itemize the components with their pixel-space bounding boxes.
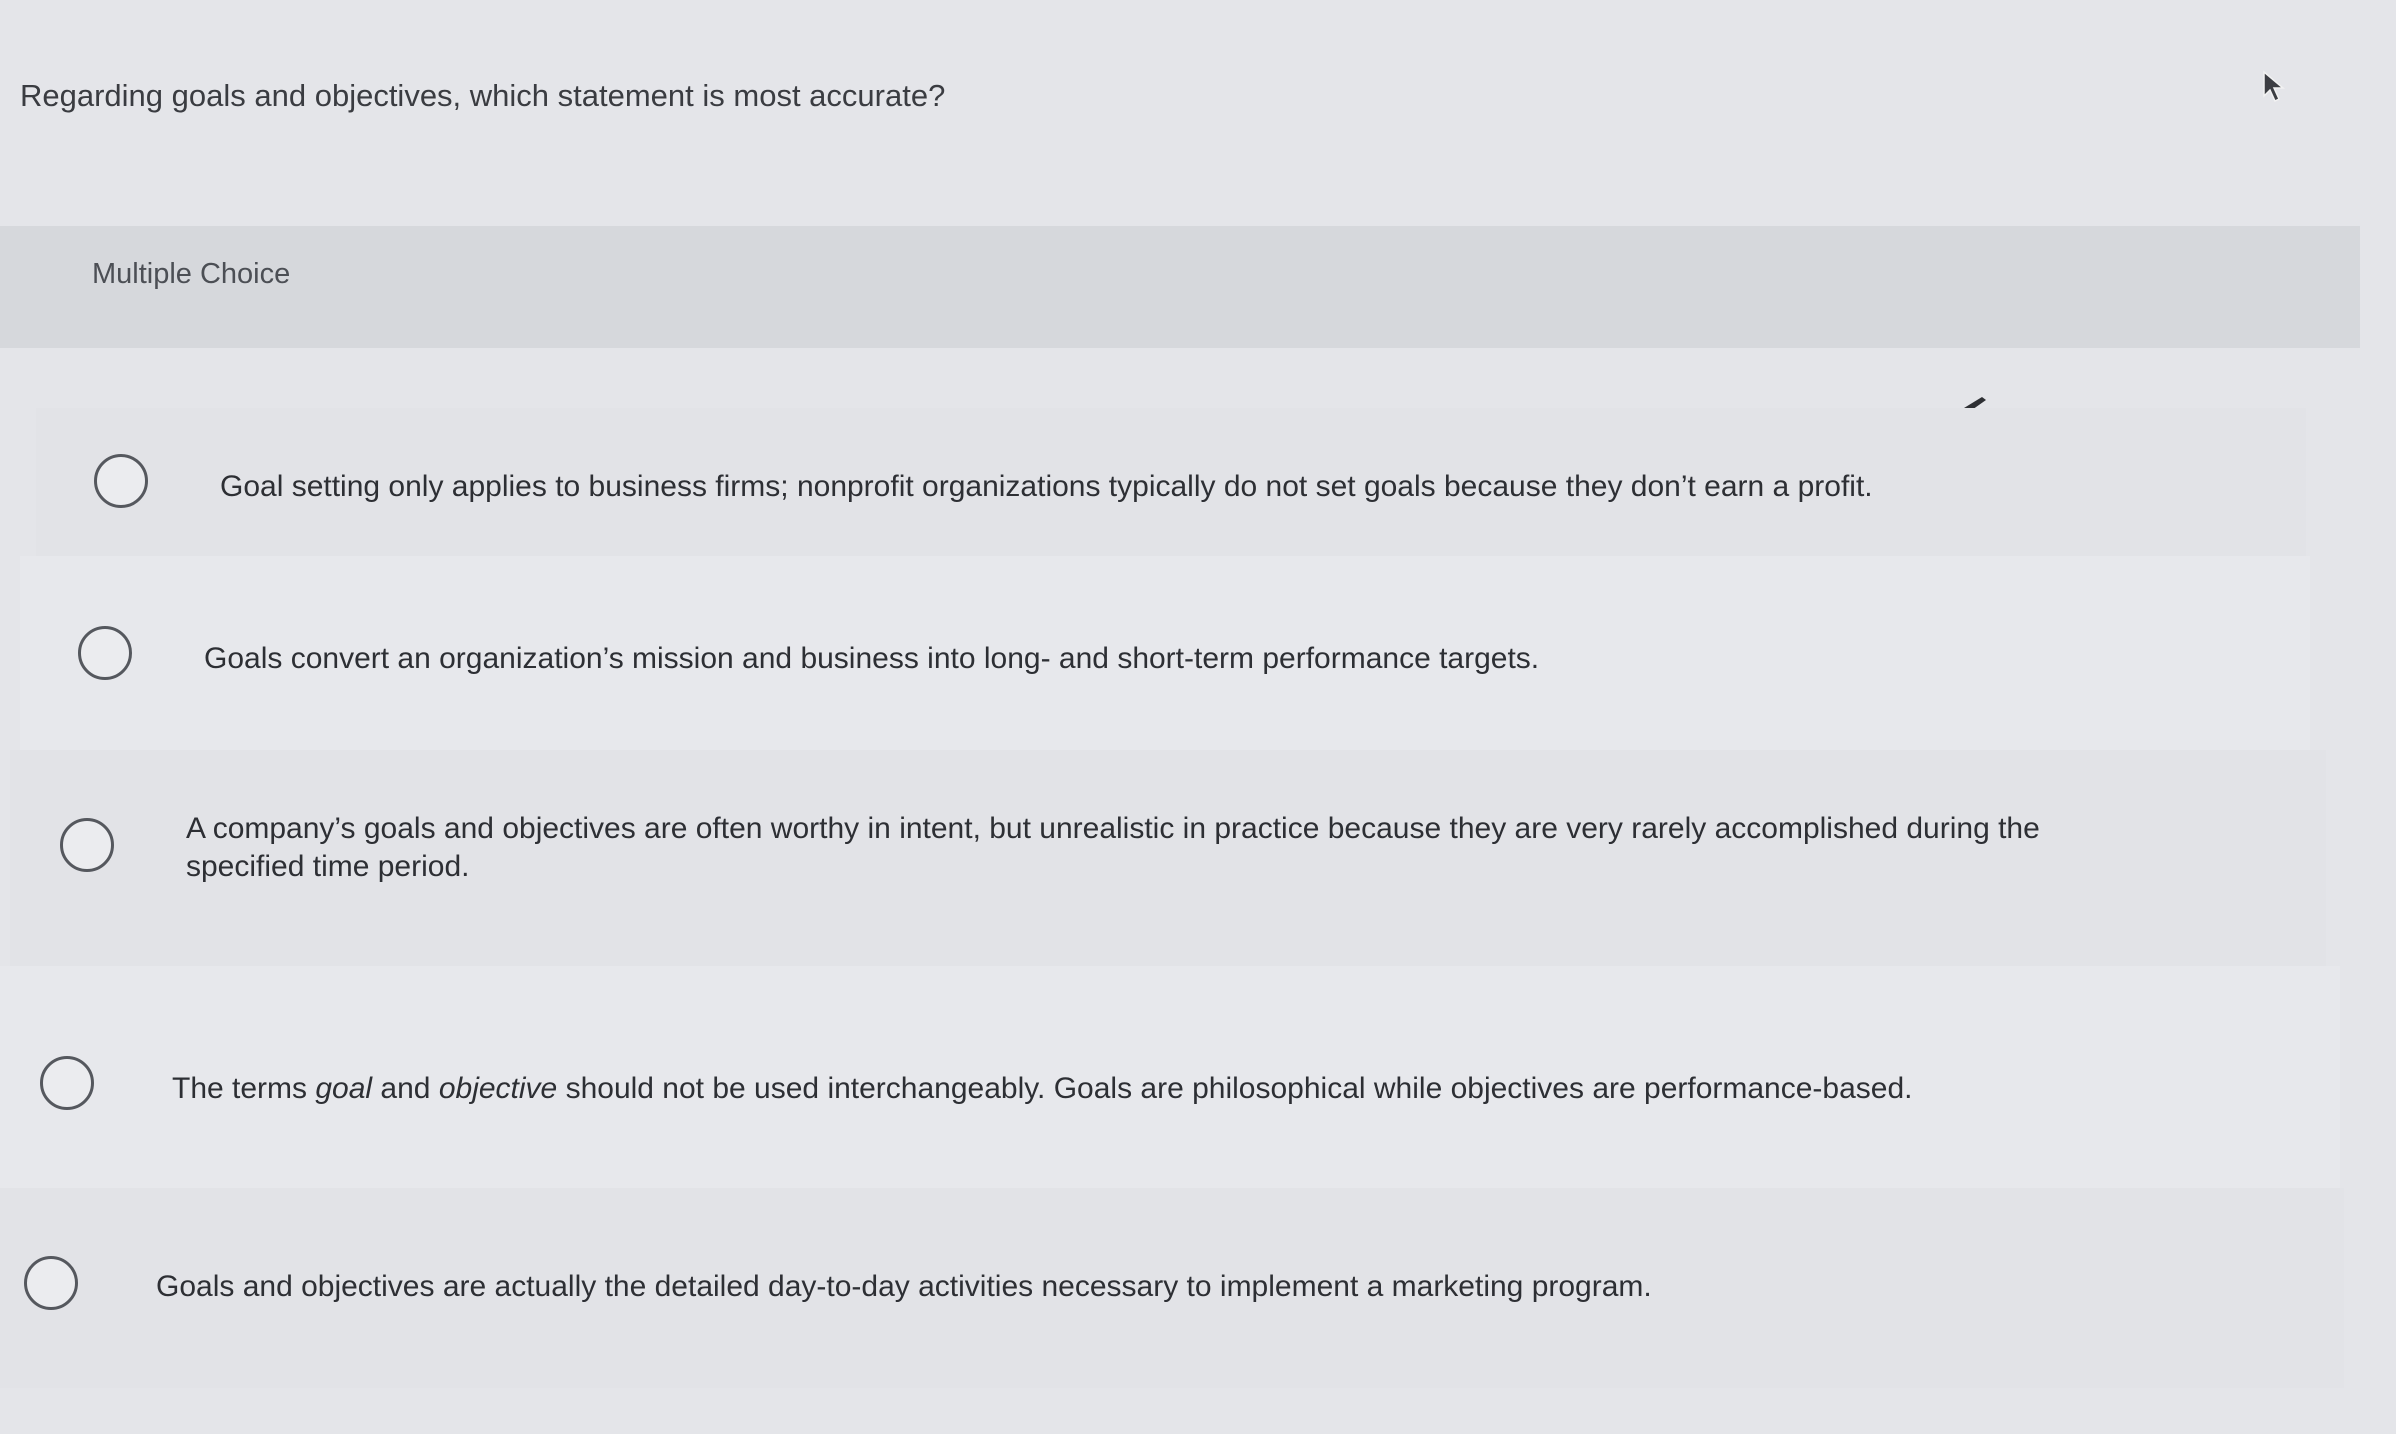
choice-option-1[interactable]: Goal setting only applies to business fi… <box>36 408 2306 556</box>
choice-option-2[interactable]: Goals convert an organization’s mission … <box>20 556 2310 750</box>
question-text: Regarding goals and objectives, which st… <box>20 78 946 113</box>
radio-unselected-icon[interactable] <box>60 818 114 872</box>
section-label: Multiple Choice <box>92 258 291 290</box>
choice-4-part-1: The terms <box>172 1072 316 1105</box>
radio-unselected-icon[interactable] <box>40 1056 94 1110</box>
radio-unselected-icon[interactable] <box>24 1256 78 1310</box>
choice-text-3: A company’s goals and objectives are oft… <box>186 812 2040 883</box>
choice-option-3[interactable]: A company’s goals and objectives are oft… <box>10 750 2326 966</box>
multiple-choice-header <box>0 226 2360 348</box>
cursor-icon <box>2262 70 2288 104</box>
choice-list: Goal setting only applies to business fi… <box>0 348 2396 1434</box>
choice-text-5: Goals and objectives are actually the de… <box>156 1270 1652 1303</box>
choice-4-part-2: and <box>372 1072 439 1105</box>
choice-4-term-objective: objective <box>438 1072 558 1105</box>
choice-option-4[interactable]: The terms goal and objective should not … <box>0 966 2340 1188</box>
choice-4-part-3: should not be used interchangeably. Goal… <box>557 1072 1913 1105</box>
radio-unselected-icon[interactable] <box>78 626 132 680</box>
choice-text-4: The terms goal and objective should not … <box>172 1070 2312 1108</box>
choice-text-1: Goal setting only applies to business fi… <box>220 470 1873 503</box>
choice-4-term-goal: goal <box>315 1072 373 1105</box>
radio-unselected-icon[interactable] <box>94 454 148 508</box>
choice-option-5[interactable]: Goals and objectives are actually the de… <box>0 1188 2344 1388</box>
choice-text-2: Goals convert an organization’s mission … <box>204 642 1540 675</box>
